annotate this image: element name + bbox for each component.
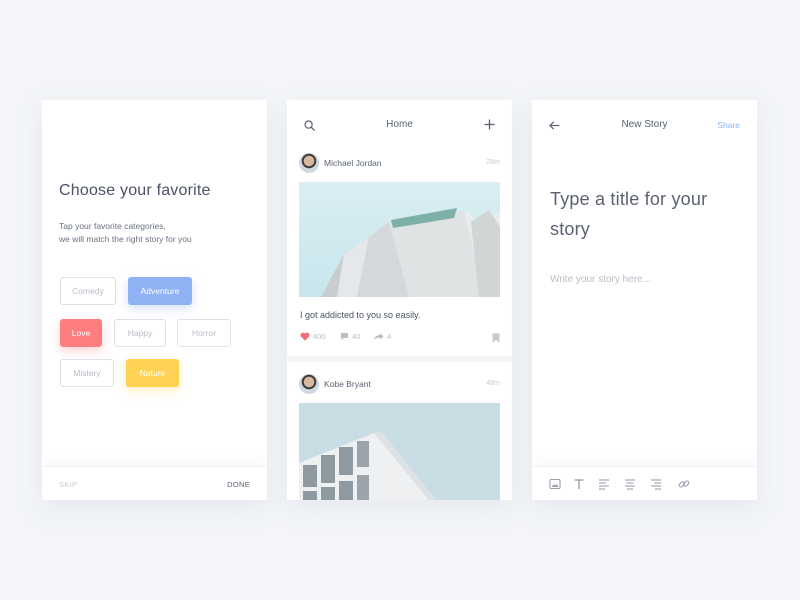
post-image[interactable] xyxy=(299,182,500,297)
story-body-input[interactable]: Write your story here... xyxy=(550,274,651,285)
share-link[interactable]: Share xyxy=(717,120,740,130)
category-chip-comedy[interactable]: Comedy xyxy=(60,277,116,305)
align-left-icon[interactable] xyxy=(598,478,610,490)
heart-icon xyxy=(300,332,310,341)
post-time: 48m xyxy=(486,380,500,387)
align-right-icon[interactable] xyxy=(650,478,662,490)
subtitle-line: Tap your favorite categories, xyxy=(59,221,166,231)
subtitle-line: we will match the right story for you xyxy=(59,234,192,244)
post-caption: I got addicted to you so easily. xyxy=(300,310,421,320)
bookmark-icon[interactable] xyxy=(492,333,500,343)
page-title: Home xyxy=(386,119,413,130)
post-author[interactable]: Kobe Bryant xyxy=(324,379,371,389)
align-center-icon[interactable] xyxy=(624,478,636,490)
share-icon xyxy=(374,333,384,340)
image-icon[interactable] xyxy=(549,478,561,490)
home-feed-screen: Home Michael Jordan 28m I got addicted t… xyxy=(287,100,512,500)
text-icon[interactable] xyxy=(573,478,585,490)
like-button[interactable]: 400 xyxy=(300,332,326,341)
story-title-input[interactable]: Type a title for your story xyxy=(550,184,730,244)
page-title: Choose your favorite xyxy=(59,182,211,199)
page-subtitle: Tap your favorite categories, we will ma… xyxy=(59,220,249,246)
category-chip-horror[interactable]: Horror xyxy=(177,319,231,347)
category-chip-adventure[interactable]: Adventure xyxy=(128,277,192,305)
post-divider xyxy=(287,356,512,362)
category-chip-mistery[interactable]: Mistery xyxy=(60,359,114,387)
onboarding-screen: Choose your favorite Tap your favorite c… xyxy=(42,100,267,500)
share-count: 4 xyxy=(387,332,392,341)
comment-button[interactable]: 40 xyxy=(340,332,360,341)
post-author[interactable]: Michael Jordan xyxy=(324,158,382,168)
category-chip-happy[interactable]: Happy xyxy=(114,319,166,347)
editor-toolbar xyxy=(532,466,757,500)
like-count: 400 xyxy=(313,332,326,341)
skip-button[interactable]: SKIP xyxy=(59,480,77,489)
done-button[interactable]: DONE xyxy=(227,480,250,489)
comment-icon xyxy=(341,333,348,340)
comment-count: 40 xyxy=(352,332,361,341)
avatar[interactable] xyxy=(299,153,319,173)
link-icon[interactable] xyxy=(678,478,690,490)
plus-icon[interactable] xyxy=(484,119,495,130)
post-time: 28m xyxy=(486,159,500,166)
new-story-screen: New Story Share Type a title for your st… xyxy=(532,100,757,500)
post-image[interactable] xyxy=(299,403,500,500)
bottom-bar: SKIP DONE xyxy=(42,466,267,500)
avatar[interactable] xyxy=(299,374,319,394)
share-button[interactable]: 4 xyxy=(373,332,391,341)
category-chip-love[interactable]: Love xyxy=(60,319,102,347)
category-chip-nature[interactable]: Nature xyxy=(126,359,179,387)
